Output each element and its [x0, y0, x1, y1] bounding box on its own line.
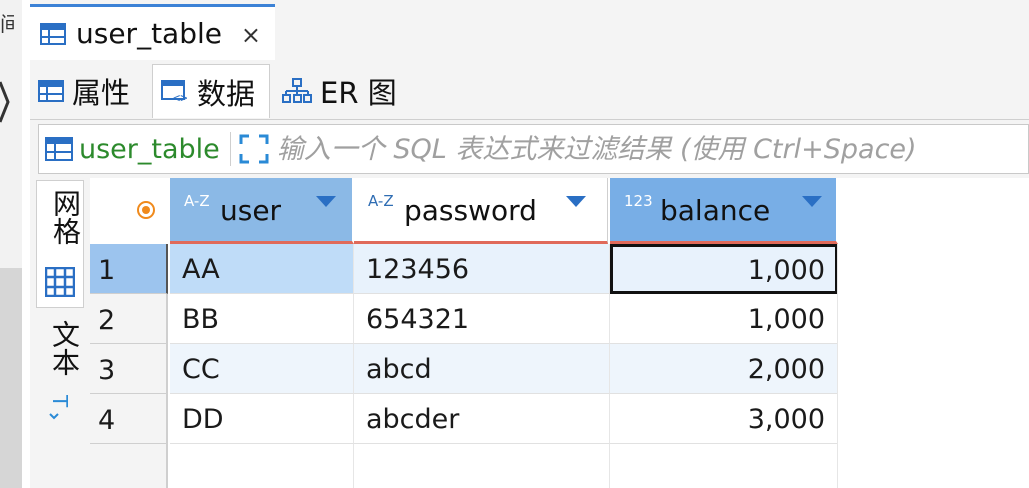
er-diagram-icon — [282, 78, 312, 103]
data-icon: <> — [161, 79, 187, 104]
tab-grid-label: 网格 — [49, 189, 82, 245]
sort-caret-icon[interactable] — [566, 196, 586, 207]
sort-caret-icon[interactable] — [316, 196, 336, 207]
editor-tab-label: user_table — [76, 17, 222, 50]
column-divider — [353, 444, 354, 488]
filter-separator — [229, 132, 231, 166]
collapse-arrow-icon[interactable] — [0, 78, 10, 134]
left-panel-edge: 间 — [0, 0, 22, 488]
table-cell-balance[interactable]: 1,000 — [610, 294, 838, 344]
column-header-balance[interactable]: 123 balance — [610, 178, 838, 244]
column-type-text: A-Z — [368, 192, 394, 210]
column-type-number: 123 — [624, 192, 653, 210]
row-marker-icon — [137, 201, 155, 219]
view-mode-tabs: 网格 文本 T — [36, 178, 84, 488]
column-header-password[interactable]: A-Z password — [354, 178, 608, 244]
filter-input[interactable] — [276, 133, 997, 165]
table-icon — [40, 22, 66, 45]
tab-data-label: 数据 — [197, 76, 256, 111]
left-panel-top — [0, 0, 22, 268]
table-cell-balance[interactable]: 3,000 — [610, 394, 838, 444]
table-cell-balance[interactable]: 2,000 — [610, 344, 838, 394]
result-grid: A-Z user A-Z password 123 balance 1 AA 1… — [90, 178, 1029, 488]
table-cell-password[interactable]: abcd — [354, 344, 610, 394]
tab-data[interactable]: <> 数据 — [152, 64, 270, 118]
tab-properties[interactable]: 属性 — [30, 64, 150, 118]
filter-bar: user_table — [38, 124, 1029, 174]
table-icon — [45, 137, 73, 161]
close-icon[interactable]: × — [241, 21, 261, 49]
column-divider — [837, 244, 838, 488]
tab-er-diagram[interactable]: ER 图 — [274, 64, 400, 118]
grid-corner[interactable] — [90, 178, 168, 244]
text-view-icon: T — [48, 394, 72, 420]
table-cell-user[interactable]: AA — [170, 244, 354, 294]
tab-text-label: 文本 — [48, 320, 81, 376]
truncated-text: 间 — [0, 12, 14, 36]
row-number[interactable]: 1 — [90, 244, 168, 294]
table-cell-password[interactable]: 654321 — [354, 294, 610, 344]
column-header-user[interactable]: A-Z user — [170, 178, 354, 244]
tab-text-view[interactable]: 文本 T — [36, 312, 84, 432]
column-name: password — [404, 194, 537, 227]
expand-icon[interactable] — [239, 134, 269, 164]
tab-er-diagram-label: ER 图 — [320, 76, 397, 110]
editor-area: user_table × 属性 <> 数据 ER 图 user_table 输入… — [30, 0, 1029, 488]
sub-tab-bar: 属性 <> 数据 ER 图 — [30, 62, 1029, 120]
tab-properties-label: 属性 — [72, 76, 131, 110]
table-cell-balance[interactable]: 1,000 — [610, 244, 838, 294]
editor-tab-user-table[interactable]: user_table × — [30, 4, 275, 60]
filter-table-name[interactable]: user_table — [79, 134, 220, 165]
grid-icon — [45, 267, 75, 297]
table-cell-password[interactable]: abcder — [354, 394, 610, 444]
tab-grid-view[interactable]: 网格 — [36, 180, 84, 308]
row-number[interactable]: 3 — [90, 344, 168, 394]
svg-text:<>: <> — [173, 91, 187, 104]
row-number[interactable]: 4 — [90, 394, 168, 444]
column-divider — [609, 444, 610, 488]
sort-caret-icon[interactable] — [802, 196, 822, 207]
column-type-text: A-Z — [184, 192, 210, 210]
table-cell-user[interactable]: DD — [170, 394, 354, 444]
table-cell-password[interactable]: 123456 — [354, 244, 610, 294]
column-name: user — [220, 194, 282, 227]
table-icon — [38, 80, 64, 102]
column-name: balance — [660, 194, 771, 227]
left-panel-bottom — [0, 268, 22, 488]
table-cell-user[interactable]: BB — [170, 294, 354, 344]
table-cell-user[interactable]: CC — [170, 344, 354, 394]
row-number[interactable]: 2 — [90, 294, 168, 344]
svg-text:T: T — [48, 394, 72, 408]
row-header-empty — [90, 444, 168, 488]
